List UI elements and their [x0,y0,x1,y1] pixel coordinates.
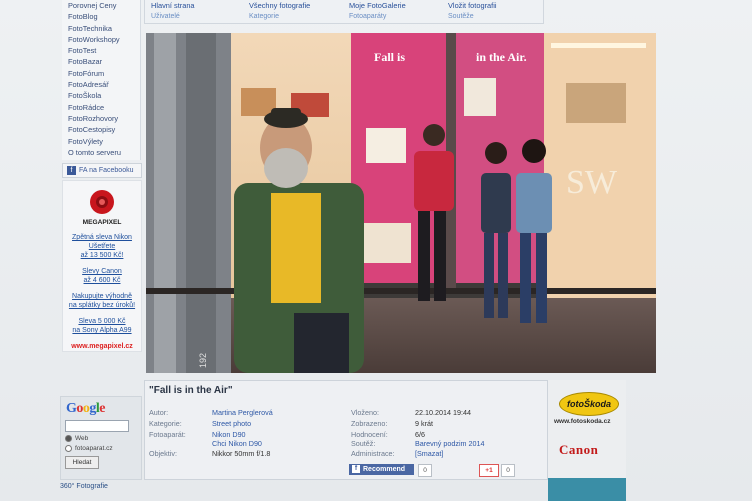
main-photo[interactable]: Fall is in the Air. SW 192 [146,33,656,373]
promo-splatky-line1: Nakupujte výhodně [72,293,132,300]
teal-banner [548,478,626,501]
radio-site[interactable]: fotoaparat.cz [65,445,141,452]
nav-fotoforum[interactable]: FotoFórum [62,68,140,79]
nav-fotoblog[interactable]: FotoBlog [62,11,140,22]
promo-nikon-line3: až 13 500 Kč! [80,252,124,259]
nav-fotoaparaty[interactable]: Fotoaparáty [349,13,406,20]
lens-label: Objektiv: [149,449,177,458]
right-ad-column: fotoŠkoda www.fotoskoda.cz Canon [548,380,626,478]
corner-number: 192 [198,353,208,368]
category-link[interactable]: Street photo [212,419,251,428]
shown-label: Zobrazeno: [351,419,388,428]
author-label: Autor: [149,408,169,417]
google-search-box: Google Web fotoaparat.cz Hledat [60,396,142,480]
shown-value: 9 krát [415,419,433,428]
nav-fotoskola[interactable]: FotoŠkola [62,90,140,101]
camera-link[interactable]: Nikon D90 [212,430,246,439]
nav-fotocestopisy[interactable]: FotoCestopisy [62,124,140,135]
promo-canon[interactable]: Slevy Canon až 4 600 Kč [63,267,141,285]
lens-value: Nikkor 50mm f/1.8 [212,449,271,458]
recommend-count: 0 [418,464,432,477]
google-search-input[interactable] [65,420,129,432]
inserted-label: Vloženo: [351,408,379,417]
street-photo-image: Fall is in the Air. SW 192 [146,33,656,373]
category-label: Kategorie: [149,419,182,428]
google-search-button[interactable]: Hledat [65,456,99,470]
nav-fotovylety[interactable]: FotoVýlety [62,136,140,147]
camera-label: Fotoaparát: [149,430,186,439]
recommend-label: Recommend [363,466,406,473]
google-logo: Google [66,401,105,416]
nav-vlozit-fotografii[interactable]: Vložit fotografii [448,1,496,10]
facebook-label: FA na Facebooku [79,167,134,174]
contest-label: Soutěž: [351,439,376,448]
radio-web-label: Web [75,435,89,443]
promo-sony[interactable]: Sleva 5 000 Kč na Sony Alpha A99 [63,317,141,335]
nav-souteze[interactable]: Soutěže [448,13,496,20]
photo-info-panel: "Fall is in the Air" Autor: Martina Perg… [144,380,548,480]
nav-fototechnika[interactable]: FotoTechnika [62,23,140,34]
admin-label: Administrace: [351,449,395,458]
author-link[interactable]: Martina Perglerová [212,408,273,417]
rating-label: Hodnocení: [351,430,388,439]
camera-want-link[interactable]: Chci Nikon D90 [212,439,262,448]
nav-porovnej-ceny[interactable]: Porovnej Ceny [62,0,140,11]
facebook-link[interactable]: f FA na Facebooku [62,163,142,178]
window-letters: SW [566,164,618,201]
nav-uzivatele[interactable]: Uživatelé [151,13,195,20]
nav-fotorozhovory[interactable]: FotoRozhovory [62,113,140,124]
left-nav: Porovnej Ceny FotoBlog FotoTechnika Foto… [62,0,141,160]
promo-splatky-line2: na splátky bez úroků! [68,302,136,309]
promo-splatky[interactable]: Nakupujte výhodně na splátky bez úroků! [63,292,141,310]
gplus-count: 0 [501,464,515,477]
footer-360-link[interactable]: 360° Fotografie [60,483,142,490]
photo-title: "Fall is in the Air" [149,385,233,396]
inserted-value: 22.10.2014 19:44 [415,408,471,417]
nav-kategorie[interactable]: Kategorie [249,13,310,20]
foto-skoda-logo[interactable]: fotoŠkoda [559,392,619,416]
top-nav: Hlavní strana Uživatelé Všechny fotograf… [144,0,544,24]
radio-site-label: fotoaparat.cz [75,445,113,453]
nav-fotobazar[interactable]: FotoBazar [62,56,140,67]
promo-sony-line1: Sleva 5 000 Kč [78,318,126,325]
canon-logo[interactable]: Canon [559,442,598,458]
contest-link[interactable]: Barevný podzim 2014 [415,439,485,448]
rating-value: 6/6 [415,430,425,439]
nav-fotoradce[interactable]: FotoRádce [62,102,140,113]
promo-nikon[interactable]: Zpětná sleva Nikon Ušetřete až 13 500 Kč… [63,233,141,260]
radio-web[interactable]: Web [65,435,141,442]
foto-skoda-url[interactable]: www.fotoskoda.cz [554,418,610,425]
facebook-icon: f [352,465,360,474]
megapixel-logo-icon [90,190,114,214]
gplus-button[interactable]: +1 [479,464,499,477]
promo-nikon-line2: Ušetřete [88,243,116,250]
promo-canon-line2: až 4 600 Kč [83,277,121,284]
nav-fototest[interactable]: FotoTest [62,45,140,56]
promo-canon-line1: Slevy Canon [82,268,122,275]
screen: Porovnej Ceny FotoBlog FotoTechnika Foto… [0,0,752,501]
promo-nikon-line1: Zpětná sleva Nikon [72,234,132,241]
facebook-recommend-button[interactable]: f Recommend [349,464,414,475]
delete-link[interactable]: [Smazat] [415,449,443,458]
facebook-icon: f [67,165,76,175]
nav-fotoadresar[interactable]: FotoAdresář [62,79,140,90]
nav-hlavni-strana[interactable]: Hlavní strana [151,1,195,10]
megapixel-brand: MEGAPIXEL [82,219,122,226]
promo-sony-line2: na Sony Alpha A99 [72,327,132,334]
sign-fall-is: Fall is [374,50,405,64]
nav-moje-fotogalerie[interactable]: Moje FotoGalerie [349,1,406,10]
megapixel-url[interactable]: www.megapixel.cz [63,343,141,350]
nav-fotoworkshopy[interactable]: FotoWorkshopy [62,34,140,45]
megapixel-ad[interactable]: MEGAPIXEL Zpětná sleva Nikon Ušetřete až… [62,180,142,352]
sign-in-the-air: in the Air. [476,50,527,64]
nav-vsechny-fotografie[interactable]: Všechny fotografie [249,1,310,10]
nav-o-tomto-serveru[interactable]: O tomto serveru [62,147,140,158]
